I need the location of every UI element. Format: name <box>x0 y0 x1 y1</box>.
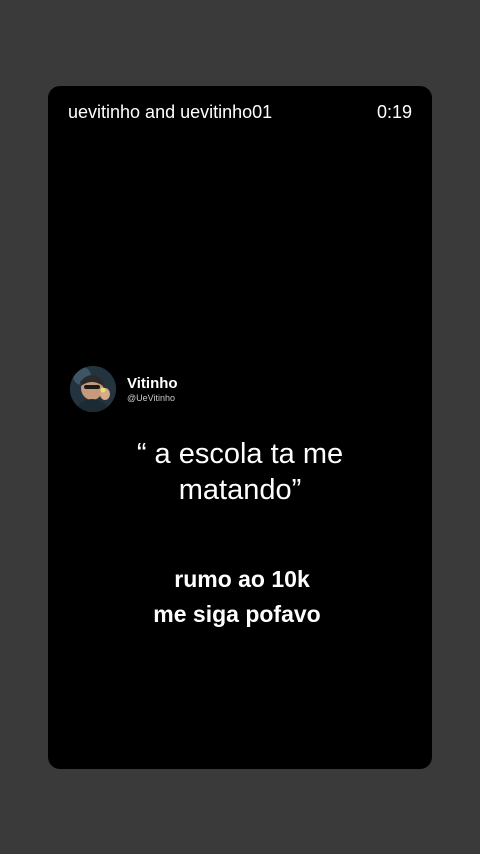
video-caption: rumo ao 10k me siga pofavo <box>48 562 432 632</box>
quote-line: matando” <box>178 474 302 506</box>
page: uevitinho and uevitinho01 0:19 Vitinho @ <box>0 0 480 854</box>
author-names[interactable]: uevitinho and uevitinho01 <box>68 102 272 123</box>
profile-photo-icon <box>70 366 116 412</box>
display-name: Vitinho <box>127 374 178 392</box>
user-info: Vitinho @UeVitinho <box>127 375 178 404</box>
caption-line: me siga pofavo <box>153 601 321 627</box>
tweet-header: Vitinho @UeVitinho <box>70 366 178 412</box>
video-player[interactable]: uevitinho and uevitinho01 0:19 Vitinho @ <box>48 86 432 769</box>
caption-line: rumo ao 10k <box>174 566 310 592</box>
tweet-quote: “ a escola ta me matando” <box>48 436 432 508</box>
video-timer: 0:19 <box>376 102 412 122</box>
quote-line: “ a escola ta me <box>136 438 344 470</box>
user-handle: @UeVitinho <box>127 392 175 403</box>
video-top-bar: uevitinho and uevitinho01 0:19 <box>68 102 412 123</box>
